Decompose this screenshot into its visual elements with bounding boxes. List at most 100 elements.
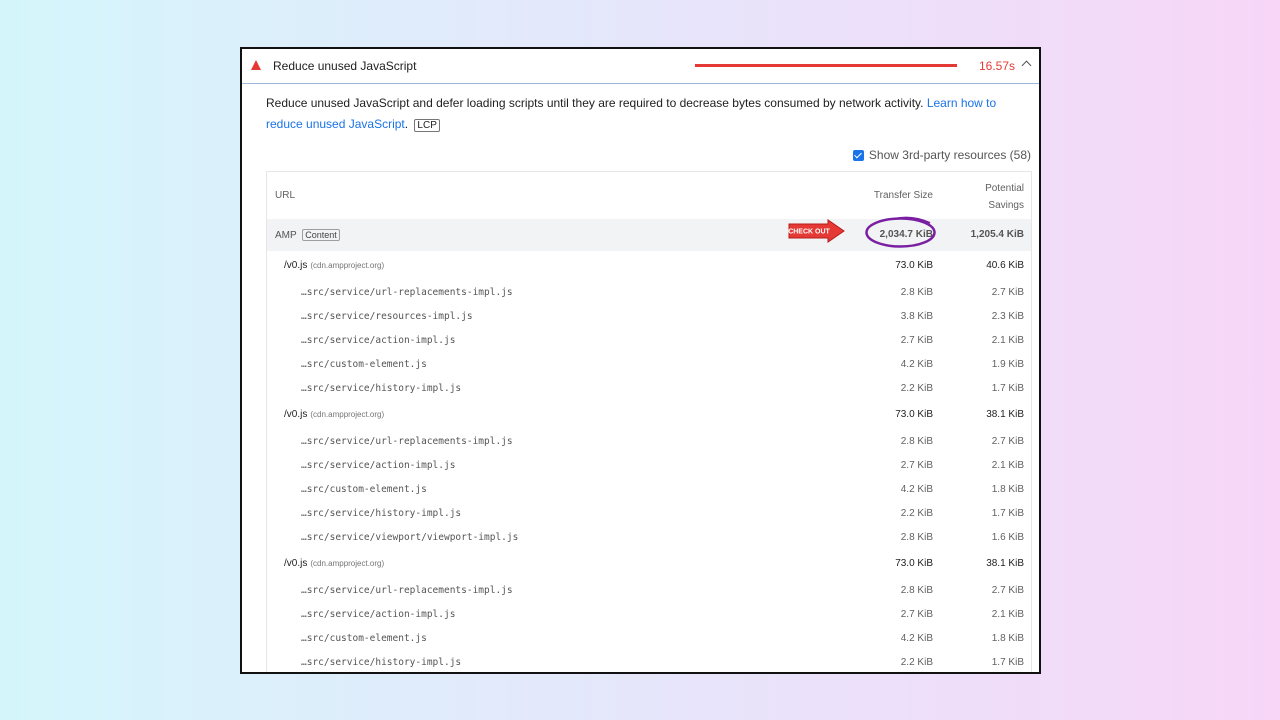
row-size: 2.8 KiB xyxy=(900,532,933,543)
row-size: 73.0 KiB xyxy=(895,558,933,569)
table-row-child: …src/service/history-impl.js 2.2 KiB 1.7 K… xyxy=(267,376,1031,400)
group-label: AMP Content xyxy=(275,229,340,241)
row-savings: 2.7 KiB xyxy=(991,585,1024,596)
source-file: …src/service/action-impl.js xyxy=(301,460,456,471)
group-savings: 1,205.4 KiB xyxy=(970,229,1024,240)
check-out-text: CHECK OUT xyxy=(788,229,830,236)
row-savings: 1.8 KiB xyxy=(991,633,1024,644)
script-name: /v0.js xyxy=(284,558,308,569)
table-row-child: …src/service/url-replacements-impl.js 2.8… xyxy=(267,429,1031,453)
group-name: AMP xyxy=(275,230,297,241)
row-size: 2.8 KiB xyxy=(900,436,933,447)
row-savings: 2.1 KiB xyxy=(991,335,1024,346)
row-savings: 2.7 KiB xyxy=(991,436,1024,447)
table-row-parent[interactable]: /v0.js (cdn.ampproject.org) 73.0 KiB 40.6 K… xyxy=(267,251,1031,280)
group-tag: Content xyxy=(302,229,340,241)
row-size: 2.2 KiB xyxy=(900,657,933,668)
row-savings: 38.1 KiB xyxy=(986,558,1024,569)
row-savings: 2.1 KiB xyxy=(991,609,1024,620)
row-size: 3.8 KiB xyxy=(900,311,933,322)
script-domain: (cdn.ampproject.org) xyxy=(310,410,385,419)
header-transfer-size: Transfer Size xyxy=(873,190,933,201)
row-size: 4.2 KiB xyxy=(900,633,933,644)
table-row-child: …src/service/history-impl.js 2.2 KiB 1.7 K… xyxy=(267,650,1031,672)
row-savings: 1.9 KiB xyxy=(991,359,1024,370)
script-url[interactable]: /v0.js (cdn.ampproject.org) xyxy=(284,260,384,271)
script-name: /v0.js xyxy=(284,260,308,271)
source-file: …src/custom-element.js xyxy=(301,484,427,495)
table-row-parent[interactable]: /v0.js (cdn.ampproject.org) 73.0 KiB 38.1 K… xyxy=(267,549,1031,578)
row-size: 2.2 KiB xyxy=(900,508,933,519)
row-savings: 1.8 KiB xyxy=(991,484,1024,495)
table-row-child: …src/service/action-impl.js 2.7 KiB 2.1 Ki… xyxy=(267,602,1031,626)
source-file: …src/service/viewport/viewport-impl.js xyxy=(301,532,519,543)
row-savings: 1.7 KiB xyxy=(991,657,1024,668)
row-size: 4.2 KiB xyxy=(900,359,933,370)
audit-title: Reduce unused JavaScript xyxy=(273,59,417,73)
lcp-badge: LCP xyxy=(414,119,440,132)
script-url[interactable]: /v0.js (cdn.ampproject.org) xyxy=(284,558,384,569)
header-savings-line1: Potential xyxy=(985,183,1024,194)
source-file: …src/service/url-replacements-impl.js xyxy=(301,287,513,298)
script-domain: (cdn.ampproject.org) xyxy=(310,559,385,568)
third-party-checkbox[interactable] xyxy=(852,149,864,161)
row-savings: 40.6 KiB xyxy=(986,260,1024,271)
highlight-circle-annotation xyxy=(865,216,936,248)
header-savings-line2: Savings xyxy=(988,200,1024,211)
table-row-child: …src/custom-element.js 4.2 KiB 1.8 KiB xyxy=(267,626,1031,650)
row-size: 73.0 KiB xyxy=(895,260,933,271)
table-row-child: …src/custom-element.js 4.2 KiB 1.8 KiB xyxy=(267,477,1031,501)
header-potential-savings: Potential Savings xyxy=(985,180,1024,214)
third-party-label: Show 3rd-party resources (58) xyxy=(868,148,1031,162)
row-size: 2.7 KiB xyxy=(900,335,933,346)
row-savings: 1.7 KiB xyxy=(991,508,1024,519)
row-size: 2.2 KiB xyxy=(900,383,933,394)
table-row-parent[interactable]: /v0.js (cdn.ampproject.org) 73.0 KiB 38.1 K… xyxy=(267,400,1031,429)
table-row-child: …src/custom-element.js 4.2 KiB 1.9 KiB xyxy=(267,352,1031,376)
source-file: …src/service/url-replacements-impl.js xyxy=(301,585,513,596)
source-file: …src/service/history-impl.js xyxy=(301,657,462,668)
script-name: /v0.js xyxy=(284,409,308,420)
row-size: 2.8 KiB xyxy=(900,585,933,596)
row-savings: 2.3 KiB xyxy=(991,311,1024,322)
row-size: 2.7 KiB xyxy=(900,609,933,620)
row-savings: 1.7 KiB xyxy=(991,383,1024,394)
table-row-child: …src/service/action-impl.js 2.7 KiB 2.1 Ki… xyxy=(267,328,1031,352)
source-file: …src/service/history-impl.js xyxy=(301,383,462,394)
table-row-child: …src/service/resources-impl.js 3.8 KiB 2.3… xyxy=(267,304,1031,328)
chevron-up-icon[interactable] xyxy=(1021,60,1032,71)
row-size: 2.7 KiB xyxy=(900,460,933,471)
table-row-child: …src/service/url-replacements-impl.js 2.8… xyxy=(267,578,1031,602)
source-file: …src/custom-element.js xyxy=(301,633,427,644)
table-row-child: …src/service/viewport/viewport-impl.js 2.… xyxy=(267,525,1031,549)
table-header: URL Transfer Size Potential Savings xyxy=(267,172,1031,219)
script-domain: (cdn.ampproject.org) xyxy=(310,261,385,270)
row-savings: 38.1 KiB xyxy=(986,409,1024,420)
source-file: …src/service/history-impl.js xyxy=(301,508,462,519)
script-url[interactable]: /v0.js (cdn.ampproject.org) xyxy=(284,409,384,420)
source-file: …src/custom-element.js xyxy=(301,359,427,370)
header-url: URL xyxy=(275,190,296,201)
timing-bar xyxy=(695,64,957,67)
row-size: 4.2 KiB xyxy=(900,484,933,495)
source-file: …src/service/resources-impl.js xyxy=(301,311,473,322)
row-savings: 2.7 KiB xyxy=(991,287,1024,298)
warning-triangle-icon xyxy=(251,60,261,70)
audit-timing: 16.57s xyxy=(979,59,1016,73)
third-party-toggle[interactable]: Show 3rd-party resources (58) xyxy=(852,148,1031,162)
table-row-child: …src/service/url-replacements-impl.js 2.8… xyxy=(267,280,1031,304)
table-row-child: …src/service/action-impl.js 2.7 KiB 2.1 Ki… xyxy=(267,453,1031,477)
table-row-child: …src/service/history-impl.js 2.2 KiB 1.7 K… xyxy=(267,501,1031,525)
audit-panel: Reduce unused JavaScript 16.57s Reduce u… xyxy=(240,47,1041,674)
check-out-arrow-annotation: CHECK OUT xyxy=(788,219,845,243)
row-size: 73.0 KiB xyxy=(895,409,933,420)
description-text: Reduce unused JavaScript and defer loadi… xyxy=(266,96,924,110)
row-size: 2.8 KiB xyxy=(900,287,933,298)
row-savings: 2.1 KiB xyxy=(991,460,1024,471)
row-savings: 1.6 KiB xyxy=(991,532,1024,543)
audit-description: Reduce unused JavaScript and defer loadi… xyxy=(266,96,997,132)
source-file: …src/service/action-impl.js xyxy=(301,609,456,620)
audit-header[interactable]: Reduce unused JavaScript 16.57s xyxy=(242,49,1039,84)
source-file: …src/service/url-replacements-impl.js xyxy=(301,436,513,447)
source-file: …src/service/action-impl.js xyxy=(301,335,456,346)
